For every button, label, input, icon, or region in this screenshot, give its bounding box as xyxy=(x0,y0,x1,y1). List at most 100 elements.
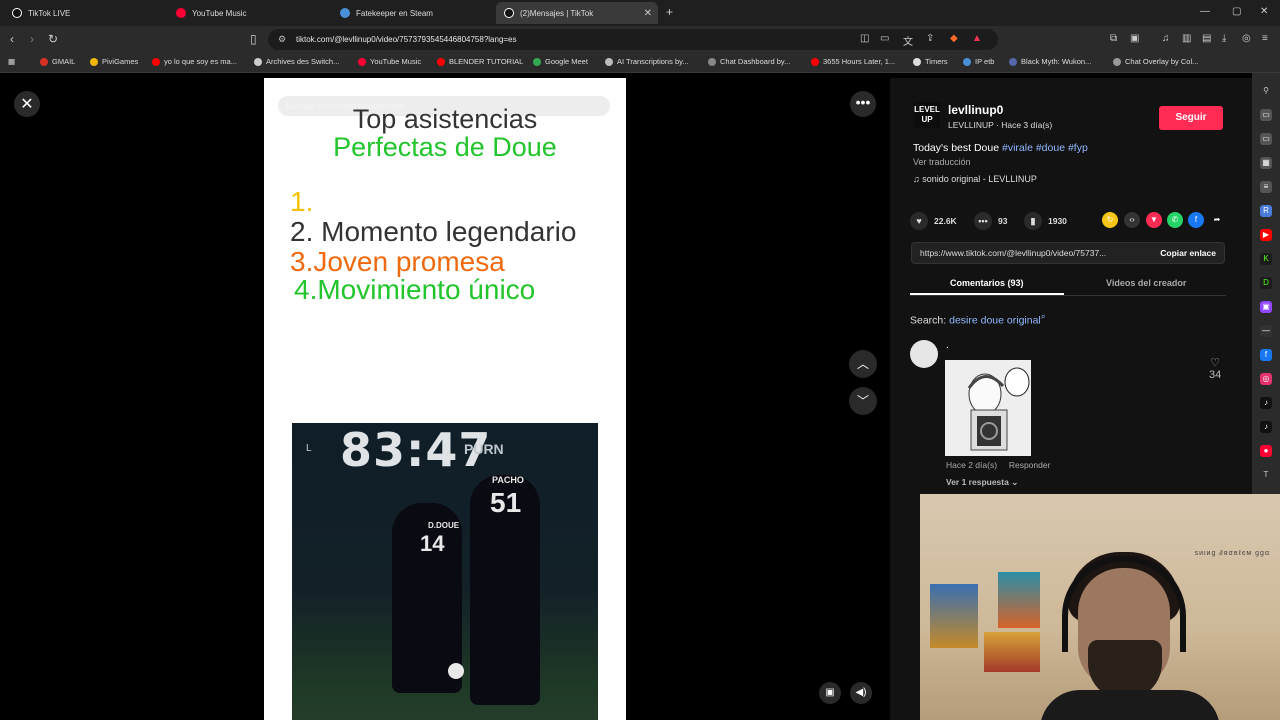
video-link-field[interactable]: https://www.tiktok.com/@levllinup0/video… xyxy=(911,242,1225,264)
jersey-number: 51 xyxy=(490,487,522,518)
commenter-avatar[interactable] xyxy=(910,340,938,368)
minimize-icon[interactable]: — xyxy=(1200,6,1210,17)
list-icon[interactable]: ≡ xyxy=(1260,181,1272,193)
brave-shield-icon[interactable]: ◆ xyxy=(950,33,958,44)
menu-icon[interactable]: ≡ xyxy=(1262,33,1268,44)
comment-search-suggestion[interactable]: Search: desire doue original⌕ xyxy=(910,311,1046,327)
game-icon xyxy=(1009,57,1017,66)
tab-comments[interactable]: Comentarios (93) xyxy=(910,278,1063,295)
jersey-name: PACHO xyxy=(492,475,524,485)
copy-link-button[interactable]: Copiar enlace xyxy=(1160,243,1216,263)
comment-stat[interactable]: ••• 93 xyxy=(974,212,1007,230)
pin-icon[interactable]: ⚲ xyxy=(1260,85,1272,97)
follow-button[interactable]: Seguir xyxy=(1159,106,1223,130)
share-icon[interactable]: ➦ xyxy=(1209,212,1225,228)
sound-link[interactable]: ♫ sonido original - LEVLLINUP xyxy=(913,174,1037,184)
hashtags[interactable]: #virale #doue #fyp xyxy=(1002,142,1088,154)
item-number: 2. xyxy=(290,216,314,247)
back-icon[interactable]: ‹ xyxy=(10,32,14,46)
comment-sticker-image[interactable] xyxy=(945,360,1031,456)
bookmark-item[interactable]: 3655 Hours Later, 1... xyxy=(811,57,895,66)
calendar-icon[interactable]: ▦ xyxy=(1260,157,1272,169)
bookmark-item[interactable]: Chat Overlay by Col... xyxy=(1113,57,1198,66)
repost-icon[interactable]: ↻ xyxy=(1102,212,1118,228)
bookmark-item[interactable]: GMAIL xyxy=(40,57,75,66)
extensions-icon[interactable]: ⧉ xyxy=(1110,33,1117,44)
youtube-music-icon[interactable]: ● xyxy=(1260,445,1272,457)
bookmark-item[interactable]: Google Meet xyxy=(533,57,588,66)
translate-link[interactable]: Ver traducción xyxy=(913,157,971,167)
cast-icon[interactable]: ▭ xyxy=(880,33,889,44)
reply-button[interactable]: Responder xyxy=(1009,460,1051,470)
d-extension-icon[interactable]: D xyxy=(1260,277,1272,289)
transcription-icon xyxy=(605,57,613,66)
bookmark-item[interactable]: PiviGames xyxy=(90,57,138,66)
next-video-button[interactable]: ﹀ xyxy=(849,387,877,415)
view-replies-button[interactable]: Ver 1 respuesta ⌄ xyxy=(946,477,1018,488)
reload-icon[interactable]: ↻ xyxy=(48,32,58,46)
tiktok-icon[interactable]: ♪ xyxy=(1260,421,1272,433)
vpn-icon[interactable]: ◎ xyxy=(1242,33,1251,44)
bookmark-item[interactable]: AI Transcriptions by... xyxy=(605,57,689,66)
creator-avatar[interactable]: LEVEL UP xyxy=(914,102,940,128)
tab-tiktok-live[interactable]: TikTok LIVE xyxy=(4,2,170,24)
bookmark-item[interactable]: yo lo que soy es ma... xyxy=(152,57,237,66)
youtube-icon[interactable]: ▶ xyxy=(1260,229,1272,241)
instagram-icon[interactable]: ◎ xyxy=(1260,373,1272,385)
rewards-icon[interactable]: ▲ xyxy=(972,33,982,44)
facebook-icon[interactable]: f xyxy=(1260,349,1272,361)
creator-username[interactable]: levllinup0 xyxy=(948,103,1003,117)
tiktok-icon[interactable]: ♪ xyxy=(1260,397,1272,409)
music-icon[interactable]: ♫ xyxy=(1162,33,1170,44)
kick-icon[interactable]: K xyxy=(1260,253,1272,265)
dash-icon[interactable]: — xyxy=(1260,325,1272,337)
volume-button[interactable]: ◀) xyxy=(850,682,872,704)
download-icon[interactable]: ⤓ xyxy=(1222,33,1226,44)
r-extension-icon[interactable]: R xyxy=(1260,205,1272,217)
facebook-icon[interactable]: f xyxy=(1188,212,1204,228)
tab-creator-videos[interactable]: Videos del creador xyxy=(1106,278,1186,288)
bookmark-item[interactable]: Black Myth: Wukon... xyxy=(1009,57,1091,66)
bookmark-item[interactable]: YouTube Music xyxy=(358,57,421,66)
close-video-button[interactable]: ✕ xyxy=(14,91,40,117)
more-options-button[interactable]: ••• xyxy=(850,91,876,117)
apps-icon[interactable]: ▦ xyxy=(8,57,15,66)
save-count: 1930 xyxy=(1048,216,1067,226)
screenshot-icon[interactable]: ▣ xyxy=(1130,33,1139,44)
video-player[interactable]: Buscar contenido relacionado ⌕ Top asist… xyxy=(264,78,626,720)
panel-icon[interactable]: ▭ xyxy=(1260,133,1272,145)
tab-steam[interactable]: Fatekeeper en Steam xyxy=(332,2,496,24)
maximize-icon[interactable]: ▢ xyxy=(1232,6,1241,17)
save-stat[interactable]: ▮ 1930 xyxy=(1024,212,1067,230)
bookmark-item[interactable]: Chat Dashboard by... xyxy=(708,57,790,66)
floating-player-button[interactable]: ▣ xyxy=(819,682,841,704)
site-info-icon[interactable]: ⚙ xyxy=(278,34,286,45)
close-tab-icon[interactable]: ✕ xyxy=(644,8,652,19)
twitch-icon[interactable]: ▣ xyxy=(1260,301,1272,313)
translate-icon[interactable]: ◫ xyxy=(860,33,869,44)
wallet-icon[interactable]: ▤ xyxy=(1202,33,1211,44)
whatsapp-icon[interactable]: ✆ xyxy=(1167,212,1183,228)
embed-icon[interactable]: ‹› xyxy=(1124,212,1140,228)
like-stat[interactable]: ♥ 22.6K xyxy=(910,212,957,230)
forward-icon[interactable]: › xyxy=(30,32,34,46)
tab-tiktok-messages[interactable]: (2)Mensajes | TikTok ✕ xyxy=(496,2,658,24)
panel-icon[interactable]: ▭ xyxy=(1260,109,1272,121)
avatar-logo-text: LEVEL UP xyxy=(914,105,940,124)
bookmark-icon[interactable]: ▯ xyxy=(250,32,257,46)
text-icon[interactable]: T xyxy=(1260,469,1272,481)
bookmark-item[interactable]: IP etb xyxy=(963,57,994,66)
previous-video-button[interactable]: ︿ xyxy=(849,350,877,378)
new-tab-button[interactable]: + xyxy=(666,5,673,19)
comment-count: 93 xyxy=(998,216,1008,226)
bookmark-item[interactable]: BLENDER TUTORIAL xyxy=(437,57,523,66)
close-window-icon[interactable]: ✕ xyxy=(1260,6,1268,17)
sidebar-icon[interactable]: ▥ xyxy=(1182,33,1191,44)
bookmark-item[interactable]: Timers xyxy=(913,57,948,66)
lang-icon[interactable]: 文 xyxy=(903,33,913,48)
share-page-icon[interactable]: ⇪ xyxy=(926,33,934,44)
send-icon[interactable]: ▼ xyxy=(1146,212,1162,228)
bookmark-item[interactable]: Archives des Switch... xyxy=(254,57,339,66)
tab-youtube-music[interactable]: YouTube Music xyxy=(168,2,332,24)
comment-like[interactable]: ♡ 34 xyxy=(1209,356,1221,381)
